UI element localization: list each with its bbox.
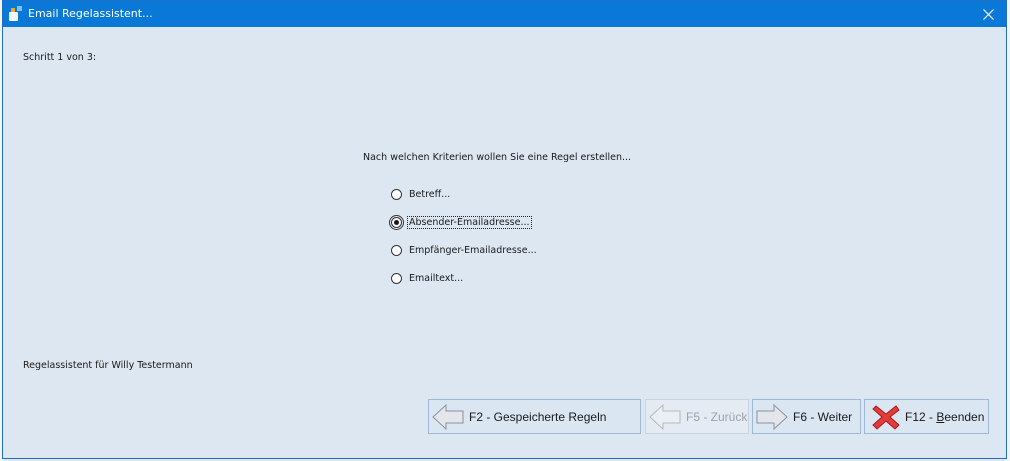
option-betreff[interactable]: Betreff...: [391, 187, 451, 202]
option-absender-label: Absender-Emailadresse...: [407, 216, 532, 229]
option-empfaenger-label: Empfänger-Emailadresse...: [409, 245, 537, 256]
saved-rules-label: F2 - Gespeicherte Regeln: [469, 409, 607, 424]
quit-label-rest: eenden: [944, 409, 985, 424]
back-button[interactable]: F5 - Zurück: [645, 399, 749, 434]
criteria-question: Nach welchen Kriterien wollen Sie eine R…: [363, 152, 632, 163]
back-label: F5 - Zurück: [686, 409, 748, 424]
red-x-icon: [872, 404, 900, 430]
window-title: Email Regelassistent...: [28, 7, 153, 20]
option-empfaenger[interactable]: Empfänger-Emailadresse...: [391, 243, 538, 258]
step-label: Schritt 1 von 3:: [23, 52, 97, 63]
radio-betreff[interactable]: [391, 189, 402, 200]
option-emailtext[interactable]: Emailtext...: [391, 271, 464, 286]
radio-empfaenger[interactable]: [391, 245, 402, 256]
app-icon: [9, 6, 22, 21]
close-icon: [982, 8, 994, 20]
close-button[interactable]: [970, 1, 1006, 27]
next-label: F6 - Weiter: [793, 409, 853, 424]
radio-absender[interactable]: [391, 217, 402, 228]
dialog-client: Schritt 1 von 3: Nach welchen Kriterien …: [3, 27, 1006, 458]
next-button[interactable]: F6 - Weiter: [752, 399, 861, 434]
assistant-owner-label: Regelassistent für Willy Testermann: [23, 360, 193, 371]
dialog-window: Email Regelassistent... Schritt 1 von 3:…: [2, 0, 1007, 459]
arrow-right-icon: [756, 403, 788, 430]
arrow-left-icon: [649, 403, 681, 430]
radio-emailtext[interactable]: [391, 273, 402, 284]
option-betreff-label: Betreff...: [409, 189, 451, 200]
quit-button[interactable]: F12 - Beenden: [864, 399, 989, 434]
title-bar[interactable]: Email Regelassistent...: [3, 1, 1006, 27]
quit-label: F12 - Beenden: [905, 410, 984, 424]
quit-label-prefix: F12 -: [905, 409, 937, 424]
arrow-left-icon: [432, 403, 464, 430]
option-absender[interactable]: Absender-Emailadresse...: [391, 215, 532, 230]
option-emailtext-label: Emailtext...: [409, 273, 464, 284]
saved-rules-button[interactable]: F2 - Gespeicherte Regeln: [428, 399, 641, 434]
